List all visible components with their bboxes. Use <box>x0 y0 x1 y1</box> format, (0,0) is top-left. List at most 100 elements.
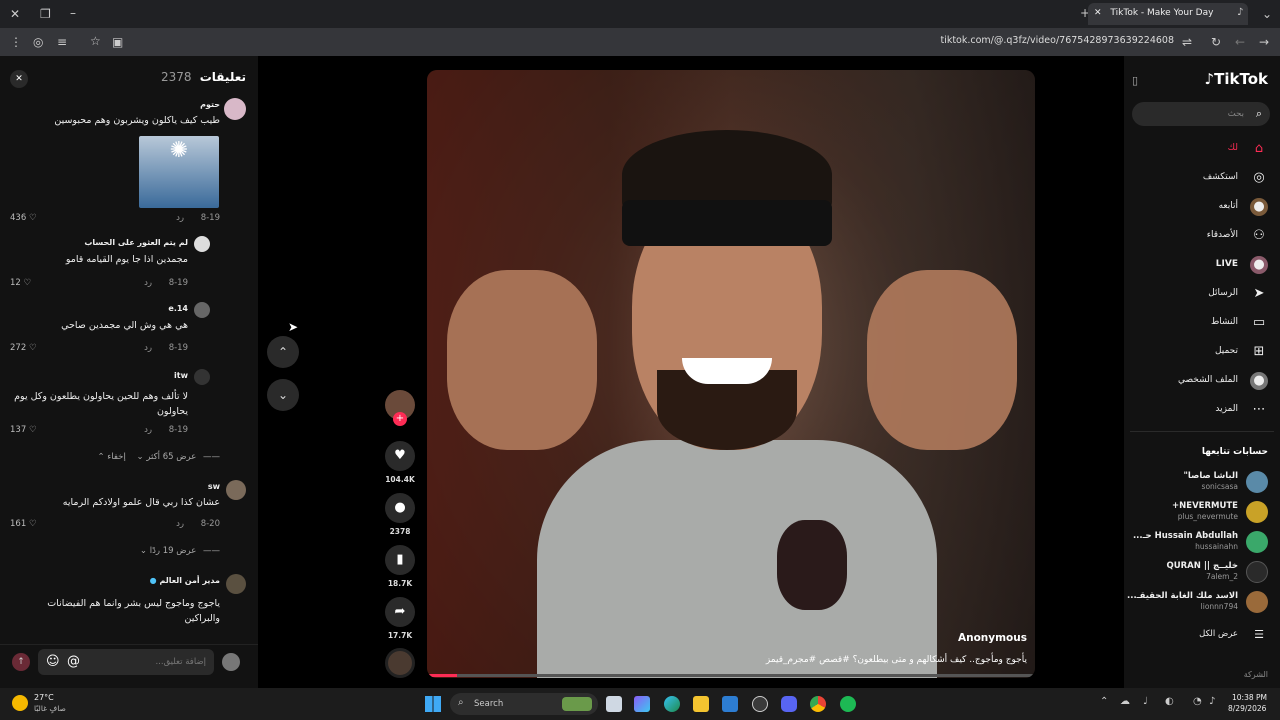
clock-time[interactable]: 10:38 PM <box>1232 693 1267 702</box>
chrome-icon[interactable] <box>810 696 826 712</box>
store-icon[interactable] <box>722 696 738 712</box>
emoji-icon[interactable]: ☺ <box>46 654 60 669</box>
replies-toggle[interactable]: —— عرض 65 أكثر ⌄ إخفاء ⌃ <box>97 452 220 462</box>
comment-action[interactable]: ● 2378 <box>385 493 415 536</box>
file-explorer-icon[interactable] <box>693 696 709 712</box>
avatar[interactable] <box>226 480 246 500</box>
menu-dots-icon[interactable]: ⋮ <box>10 36 22 48</box>
view-more-replies[interactable]: عرض 65 أكثر <box>146 452 196 462</box>
discord-icon[interactable] <box>781 696 797 712</box>
restore-icon[interactable]: ❐ <box>40 8 51 20</box>
tray-app-icon[interactable]: ☁ <box>1120 696 1130 707</box>
active-tab[interactable]: ✕ TikTok - Make Your Day <box>1088 3 1248 25</box>
clock-date[interactable]: 8/29/2026 <box>1228 704 1266 713</box>
creator-avatar-action[interactable]: + <box>385 390 415 426</box>
view-replies[interactable]: عرض 19 ردًا <box>150 546 197 556</box>
nav-profile[interactable]: ● الملف الشخصي <box>1130 370 1268 392</box>
avatar[interactable] <box>194 236 210 252</box>
company-link[interactable]: الشركة <box>1244 670 1268 679</box>
current-user-avatar[interactable] <box>222 653 240 671</box>
taskbar-search[interactable]: ⌕ Search <box>450 693 598 715</box>
share-icon[interactable]: ➦ <box>385 597 415 627</box>
comment-likes[interactable]: 12 ♡ <box>10 278 31 288</box>
comment-likes[interactable]: 436 ♡ <box>10 213 37 223</box>
bookmark-icon[interactable]: ▮ <box>385 545 415 575</box>
video-player[interactable]: Anonymous يأجوج ومأجوج.. كيف أشكالهم و م… <box>427 70 1035 678</box>
volume-icon[interactable]: ♪ <box>1209 696 1215 707</box>
forward-icon[interactable]: ← <box>1235 36 1245 48</box>
following-account[interactable]: الباشا صاصا" sonicsasa <box>1130 470 1268 494</box>
comment-likes[interactable]: 137 ♡ <box>10 425 37 435</box>
tray-network-icon[interactable]: ◐ <box>1165 696 1174 707</box>
previous-video-button[interactable]: ⌃ <box>267 336 299 368</box>
comment-input[interactable]: ☺ @ إضافة تعليق... <box>38 649 214 675</box>
tiktok-logo[interactable]: ♪TikTok <box>1205 70 1268 88</box>
task-view-icon[interactable] <box>606 696 622 712</box>
nav-messages[interactable]: ➤ الرسائل <box>1130 283 1268 305</box>
music-disc-icon[interactable] <box>385 648 415 678</box>
comment-user[interactable]: مدير أمن العالم ● <box>8 576 220 585</box>
widgets-icon[interactable] <box>634 696 650 712</box>
reading-list-icon[interactable]: ≡ <box>57 36 67 48</box>
save-action[interactable]: ▮ 18.7K <box>385 545 415 588</box>
account-icon[interactable]: ◎ <box>33 36 43 48</box>
see-all-button[interactable]: ☰ عرض الكل <box>1130 624 1268 646</box>
following-account[interactable]: Hussain Abdullah حـ... hussainahn <box>1130 530 1268 554</box>
url-field[interactable]: tiktok.com/@.q3fz/video/7675428973639224… <box>940 35 1174 46</box>
windows-start-icon[interactable] <box>425 696 441 712</box>
reply-link[interactable]: رد <box>176 519 184 529</box>
nav-for-you[interactable]: ⌂ لك <box>1130 138 1268 160</box>
xbox-icon[interactable] <box>752 696 768 712</box>
nav-live[interactable]: ● LIVE <box>1130 254 1268 276</box>
like-action[interactable]: ♥ 104.4K <box>385 441 415 484</box>
heart-icon[interactable]: ♥ <box>385 441 415 471</box>
nav-more[interactable]: ⋯ المزيد <box>1130 399 1268 421</box>
post-comment-button[interactable]: ↑ <box>12 653 30 671</box>
comment-user[interactable]: e.14 <box>8 304 188 313</box>
video-author[interactable]: Anonymous <box>958 632 1027 644</box>
nav-activity[interactable]: ▭ النشاط <box>1130 312 1268 334</box>
avatar[interactable] <box>226 574 246 594</box>
nav-explore[interactable]: ◎ استكشف <box>1130 167 1268 189</box>
following-account[interactable]: الاسد ملك الغابة الحقيقـ... lionnn794 <box>1127 590 1268 614</box>
site-settings-icon[interactable]: ⇌ <box>1182 36 1192 48</box>
microphone-icon[interactable]: ♩ <box>1143 696 1148 707</box>
minimize-icon[interactable]: – <box>70 7 76 19</box>
search-icon[interactable]: ⌕ <box>1256 107 1262 121</box>
reply-link[interactable]: رد <box>176 213 184 223</box>
replies-toggle[interactable]: —— عرض 19 ردًا ⌄ <box>140 546 220 556</box>
tray-chevron-icon[interactable]: ⌃ <box>1100 696 1108 707</box>
hide-replies[interactable]: إخفاء <box>107 452 126 462</box>
avatar[interactable] <box>194 369 210 385</box>
collapse-sidebar-icon[interactable]: ▯ <box>1132 74 1138 87</box>
reload-icon[interactable]: ↻ <box>1211 36 1221 48</box>
tab-dropdown-icon[interactable]: ⌄ <box>1262 8 1272 20</box>
follow-plus-icon[interactable]: + <box>393 412 407 426</box>
spotify-icon[interactable] <box>840 696 856 712</box>
extension-icon[interactable]: ▣ <box>112 36 123 48</box>
reply-link[interactable]: رد <box>144 278 152 288</box>
weather-temp[interactable]: 27°C <box>34 693 54 702</box>
avatar[interactable] <box>224 98 246 120</box>
comment-user[interactable]: itw <box>8 371 188 380</box>
back-icon[interactable]: → <box>1259 36 1269 48</box>
comment-user[interactable]: sw <box>8 482 220 491</box>
close-comments-icon[interactable]: ✕ <box>10 70 28 88</box>
wifi-icon[interactable]: ◔ <box>1193 696 1202 707</box>
sound-disc[interactable] <box>385 648 415 678</box>
mention-icon[interactable]: @ <box>67 654 80 669</box>
comment-likes[interactable]: 161 ♡ <box>10 519 37 529</box>
weather-icon[interactable] <box>12 695 28 711</box>
nav-upload[interactable]: ⊞ تحميل <box>1130 341 1268 363</box>
comment-user[interactable]: حتوم <box>8 100 220 109</box>
next-video-button[interactable]: ⌄ <box>267 379 299 411</box>
nav-following[interactable]: ● أتابعه <box>1130 196 1268 218</box>
video-progress-track[interactable] <box>427 674 1035 677</box>
avatar[interactable] <box>194 302 210 318</box>
reply-link[interactable]: رد <box>144 343 152 353</box>
comment-likes[interactable]: 272 ♡ <box>10 343 37 353</box>
close-window-icon[interactable]: ✕ <box>10 8 20 20</box>
edge-icon[interactable] <box>664 696 680 712</box>
following-account[interactable]: NEVERMUTE+ plus_nevermute <box>1130 500 1268 524</box>
nav-friends[interactable]: ⚇ الأصدقاء <box>1130 225 1268 247</box>
